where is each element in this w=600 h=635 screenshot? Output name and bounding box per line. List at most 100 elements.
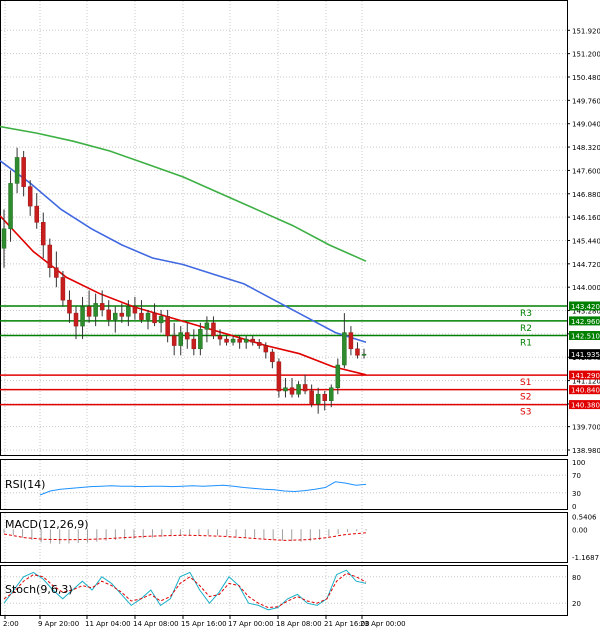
level-name-s1: S1 [520, 378, 531, 388]
stoch-tick-label: 80 [572, 574, 581, 582]
chart-svg: 2:00 9 Apr 20:00 11 Apr 04:00 14 Apr 08:00 1… [0, 0, 600, 628]
candle-body [263, 345, 269, 353]
y-tick-label: 145.440 [572, 237, 600, 245]
y-tick-label: 149.040 [572, 121, 600, 129]
candle-body [315, 393, 321, 405]
rsi-tick-label: 70 [572, 472, 581, 480]
candle-body [211, 322, 216, 337]
macd-signal-line [3, 532, 367, 541]
candle-body [270, 351, 275, 363]
candle-body [73, 312, 79, 327]
level-price-label: 140.840 [571, 387, 600, 395]
candle-body [93, 303, 98, 317]
candle-body [322, 393, 327, 401]
y-tick-label: 148.320 [572, 144, 600, 152]
level-name-r1: R1 [520, 339, 532, 349]
candle-body [296, 384, 301, 395]
x-tick-label: 18 Apr 08:00 [276, 620, 322, 628]
candle-body [243, 338, 249, 343]
level-price-label: 140.380 [571, 402, 600, 410]
x-tick-label: 14 Apr 08:00 [133, 620, 179, 628]
y-tick-label: 144.000 [572, 284, 600, 292]
candle-body [355, 348, 360, 356]
candle-body [342, 332, 347, 366]
candle-body [329, 387, 334, 401]
y-tick-label: 139.700 [572, 424, 600, 432]
candle-body [126, 306, 131, 317]
y-tick-label: 144.720 [572, 261, 600, 269]
x-tick-label: 15 Apr 16:00 [181, 620, 227, 628]
level-name-s3: S3 [520, 408, 531, 418]
candle-body [198, 329, 203, 350]
rsi-tick-label: 100 [572, 459, 585, 467]
x-tick-label: 17 Apr 00:00 [228, 620, 274, 628]
candle-body [14, 157, 20, 184]
current-price-label: 141.935 [571, 351, 600, 359]
candle-body [309, 390, 314, 405]
candle-body [158, 316, 164, 324]
candle-body [152, 312, 157, 324]
y-tick-label: 146.160 [572, 214, 600, 222]
candle-body [99, 303, 105, 311]
x-tick-label: 2:00 [3, 620, 19, 628]
level-name-r2: R2 [520, 324, 532, 334]
rsi-title: RSI(14) [5, 478, 45, 491]
x-tick-label: 23 Apr 00:00 [360, 620, 406, 628]
level-name-s2: S2 [520, 393, 531, 403]
candle-body [230, 338, 236, 343]
y-tick-label: 147.600 [572, 167, 600, 175]
candle-body [191, 338, 197, 350]
level-price-label: 143.420 [571, 303, 600, 311]
panel-frame-stoch [0, 565, 568, 616]
stoch-tick-label: 20 [572, 600, 581, 608]
y-tick-label: 138.980 [572, 447, 600, 455]
level-price-label: 142.960 [571, 318, 600, 326]
candle-body [257, 342, 262, 346]
candle-body [185, 332, 190, 340]
chart-stage: 2:00 9 Apr 20:00 11 Apr 04:00 14 Apr 08:00 1… [0, 0, 600, 631]
x-tick-label: 9 Apr 20:00 [38, 620, 79, 628]
candle-body [80, 306, 85, 327]
candle-body [139, 312, 144, 320]
candle-body [21, 157, 26, 187]
macd-title: MACD(12,26,9) [5, 518, 89, 531]
y-tick-label: 151.920 [572, 27, 600, 35]
candle-body [289, 387, 295, 395]
panel-frame-price [0, 0, 568, 456]
stoch-title: Stoch(9,6,3) [5, 583, 73, 596]
candle-body [250, 338, 255, 343]
candle-body [119, 312, 125, 317]
candle-body [276, 361, 282, 392]
candle-body [60, 277, 66, 301]
candle-body [1, 228, 7, 249]
candle-body [283, 387, 288, 392]
macd-tick-label: 0.5406 [572, 513, 597, 521]
candle-body [361, 353, 367, 356]
candle-body [178, 332, 183, 346]
candle-body [67, 299, 72, 314]
candle-body [204, 322, 210, 330]
candle-body [47, 244, 53, 268]
candle-body [27, 186, 33, 207]
candle-body [106, 309, 111, 320]
candle-body [41, 222, 46, 246]
level-name-r3: R3 [520, 309, 532, 319]
candle-body [8, 183, 13, 230]
x-tick-label: 11 Apr 04:00 [85, 620, 131, 628]
candle-body [348, 332, 354, 350]
candle-body [86, 306, 92, 317]
candle-body [132, 306, 138, 314]
rsi-tick-label: 0 [572, 503, 576, 511]
y-tick-label: 150.480 [572, 74, 600, 82]
candle-body [335, 364, 341, 388]
candle-body [217, 335, 223, 340]
y-tick-label: 146.880 [572, 191, 600, 199]
candle-body [302, 384, 308, 392]
candle-body [34, 205, 39, 223]
candle-body [171, 335, 177, 346]
macd-tick-label: -1.1687 [572, 554, 599, 562]
candle-body [237, 338, 242, 343]
level-price-label: 142.510 [571, 333, 600, 341]
y-tick-label: 149.760 [572, 97, 600, 105]
rsi-tick-label: 30 [572, 490, 581, 498]
